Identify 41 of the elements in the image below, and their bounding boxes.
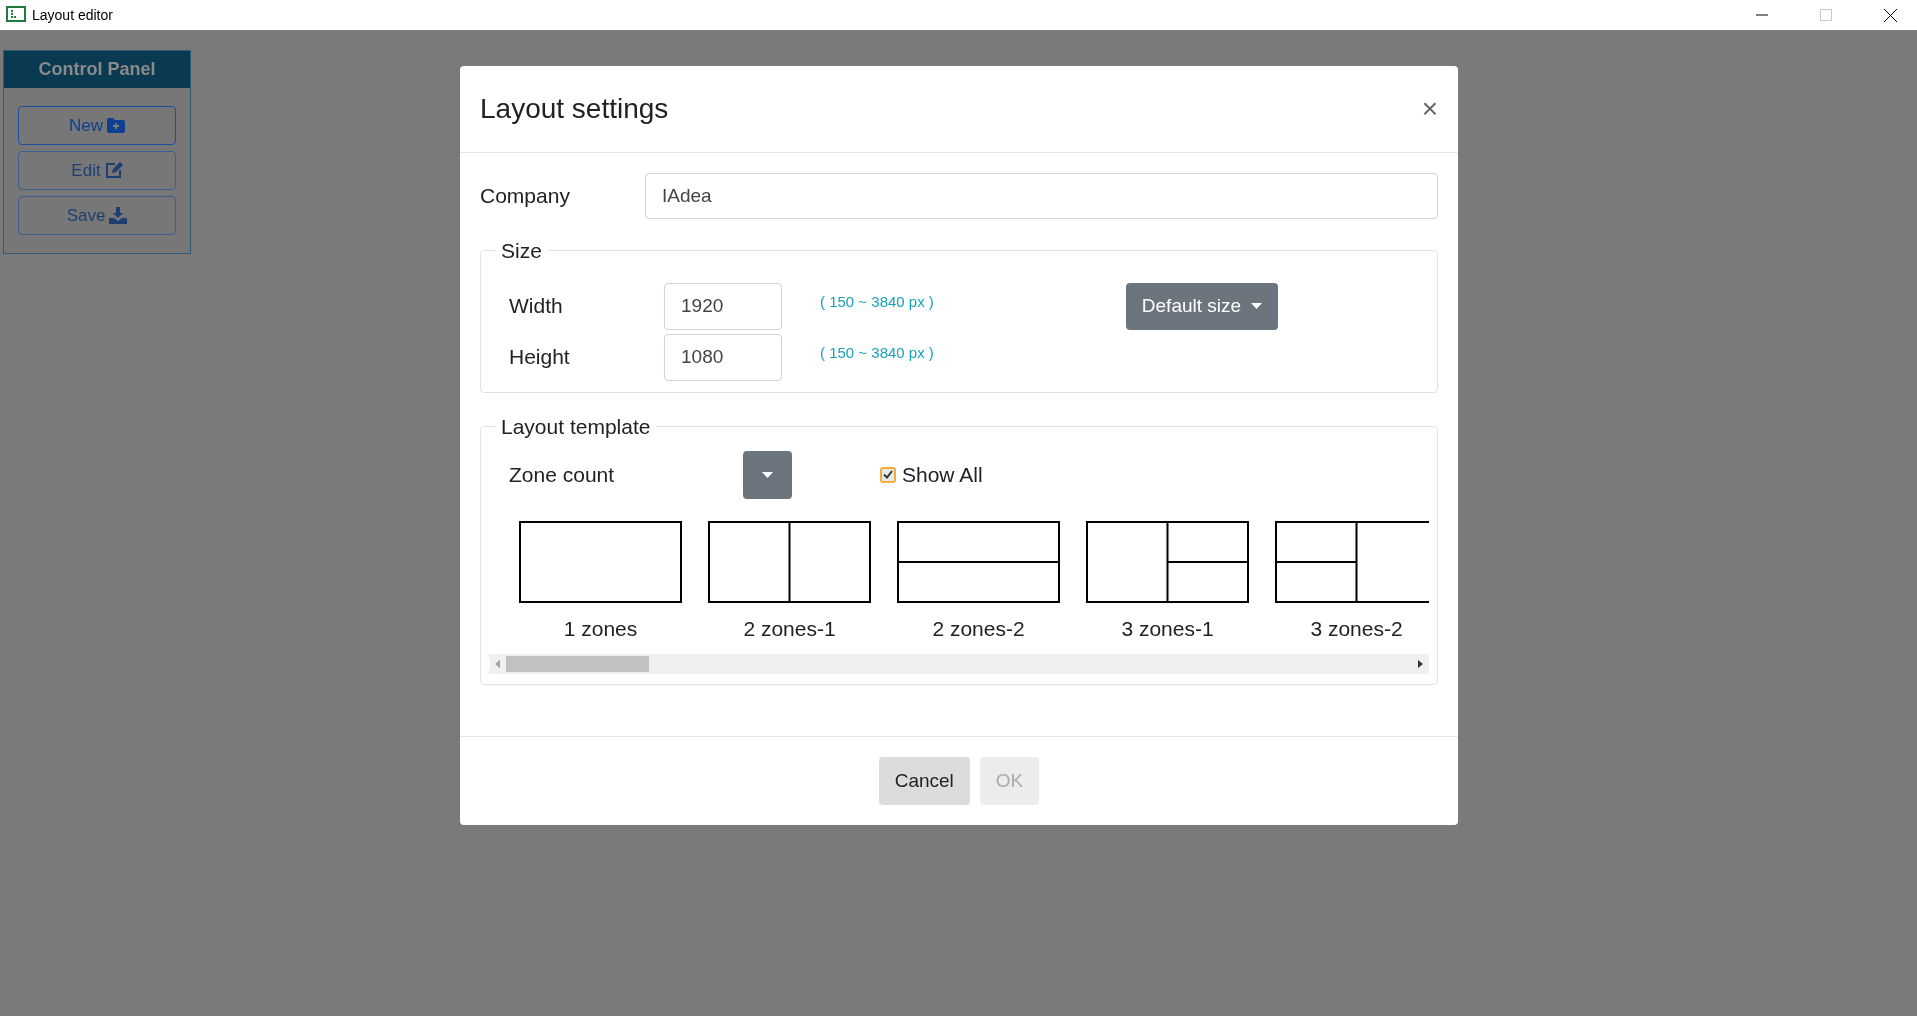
download-icon [109,207,128,224]
layout-thumbnail[interactable] [708,520,871,603]
checkbox-label: Show All [902,461,983,488]
close-icon[interactable] [1884,8,1897,22]
layout-thumbnail[interactable] [897,520,1060,603]
template-label: 2 zones-2 [932,615,1025,642]
template-label: 3 zones-2 [1310,615,1403,642]
template-label: 3 zones-1 [1121,615,1214,642]
layout-thumbnail[interactable] [1275,520,1429,603]
field-label: Width [509,293,564,320]
horizontal-scrollbar[interactable] [489,654,1429,674]
caret-icon [762,471,773,478]
size-field[interactable]: 1080 [664,333,782,381]
layout-thumbnail[interactable] [519,520,682,603]
dialog-title: Layout settings [480,92,669,126]
edit-icon [104,162,123,179]
close-button[interactable]: × [1421,95,1438,123]
default-size-button[interactable]: Default size [1125,282,1279,330]
group-legend: Size [495,235,548,267]
field-label: Height [509,344,571,371]
panel-title: Control Panel [38,58,156,81]
company-field[interactable]: IAdea [645,173,1438,219]
zone-count-dropdown[interactable] [743,450,792,499]
range-hint: ( 150 ~ 3840 px ) [820,291,934,312]
app-icon [6,6,26,24]
scroll-right-icon[interactable] [1418,660,1423,668]
field-label: Company [480,183,571,210]
template-label: 2 zones-1 [743,615,836,642]
caret-icon [1251,303,1263,309]
group-legend: Layout template [495,411,657,443]
window-title: Layout editor [32,5,113,25]
zone-count-label: Zone count [509,461,616,488]
range-hint: ( 150 ~ 3840 px ) [820,342,934,363]
scrollbar-thumb[interactable] [506,656,649,672]
template-label: 1 zones [563,615,638,642]
folder-plus-icon [107,118,125,133]
dialog-button[interactable]: Cancel [878,757,970,805]
size-field[interactable]: 1920 [664,282,782,330]
layout-thumbnail[interactable] [1086,520,1249,603]
checkbox[interactable] [880,466,896,483]
check-icon [883,470,893,479]
